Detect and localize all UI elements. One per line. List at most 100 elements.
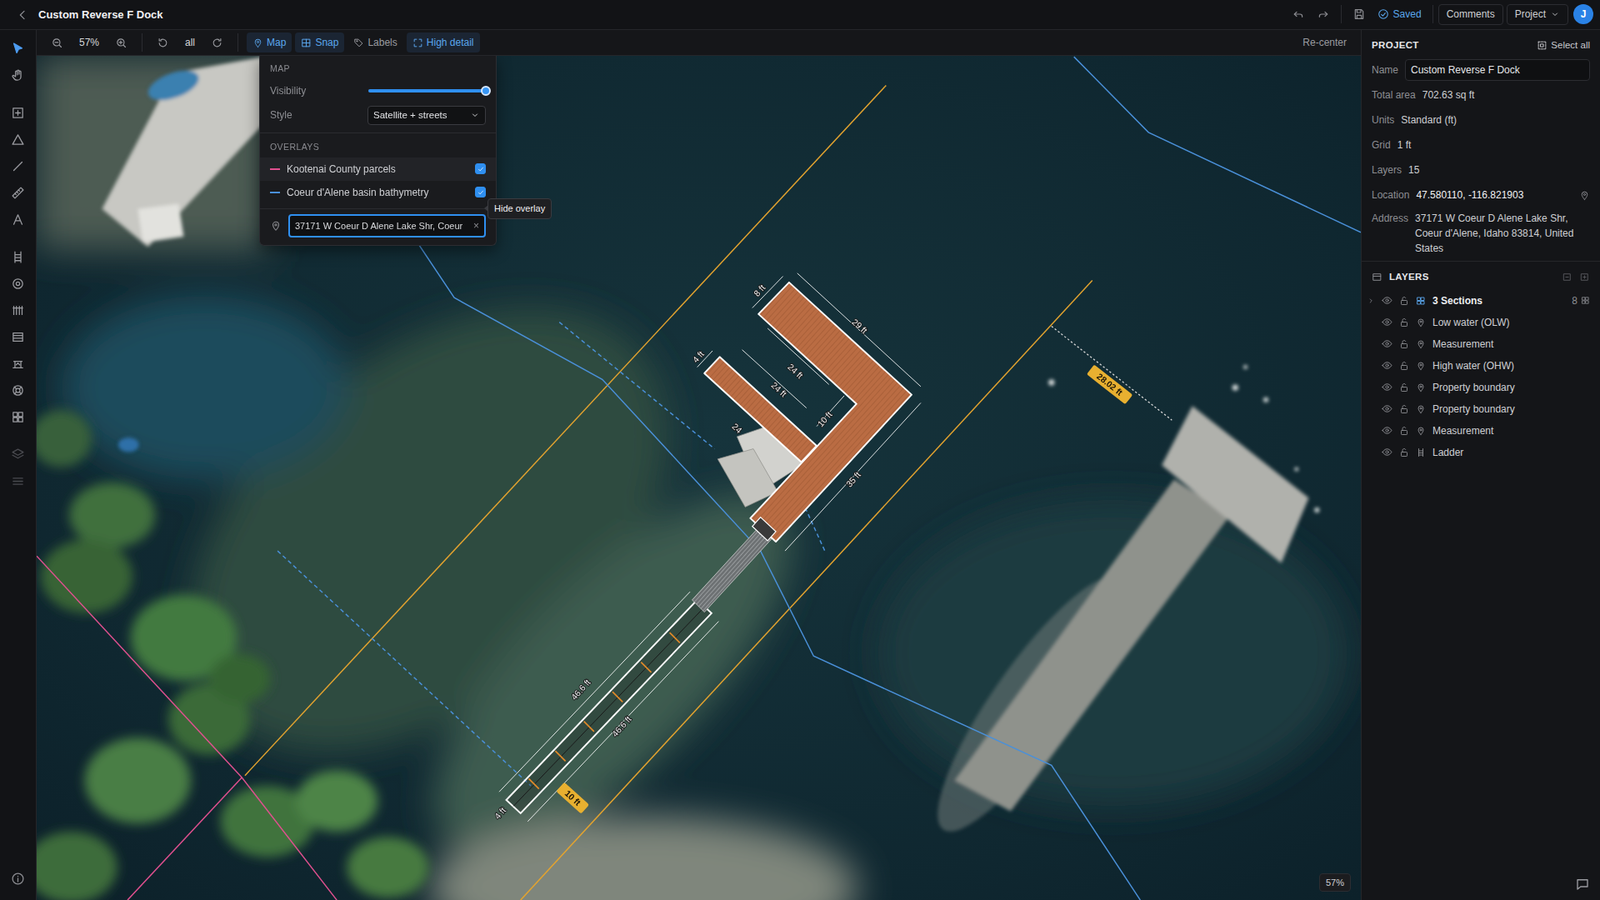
lock-toggle[interactable] xyxy=(1399,360,1410,371)
select-tool[interactable] xyxy=(5,35,32,62)
map-canvas[interactable]: 8 ft29 ft4 ft24 ft24 ft10 ft2435 ft46.6 … xyxy=(36,55,1361,900)
save-status-text: Saved xyxy=(1393,8,1422,20)
boat-lift-tool[interactable] xyxy=(5,350,32,377)
ladder[interactable] xyxy=(752,517,776,541)
view-toggle[interactable]: Map xyxy=(246,32,292,53)
measurement-line[interactable] xyxy=(1051,326,1173,421)
zoom-out-button[interactable] xyxy=(45,34,70,52)
lock-toggle[interactable] xyxy=(1399,382,1410,393)
lock-toggle[interactable] xyxy=(1399,317,1410,328)
piling-tool[interactable] xyxy=(5,270,32,297)
overlay-row[interactable]: Kootenai County parcels xyxy=(260,157,496,181)
expand-toggle[interactable] xyxy=(1366,296,1375,305)
view-toggle[interactable]: High detail xyxy=(406,32,480,53)
visibility-toggle[interactable] xyxy=(1381,316,1393,328)
add-section-tool[interactable] xyxy=(5,99,32,126)
neighbor-building xyxy=(101,56,264,452)
layer-row[interactable]: High water (OHW) xyxy=(1361,355,1600,377)
lock-icon xyxy=(1399,404,1410,415)
visibility-toggle[interactable] xyxy=(1381,295,1393,306)
view-toggle[interactable]: Snap xyxy=(295,32,345,53)
visibility-toggle[interactable] xyxy=(1381,381,1393,393)
rotation-mode[interactable]: all xyxy=(178,35,202,50)
layer-count-value: 8 xyxy=(1571,293,1578,309)
rotate-left-button[interactable] xyxy=(150,34,175,52)
layer-row[interactable]: Ladder xyxy=(1361,441,1600,464)
overlay-row[interactable]: Coeur d'Alene basin bathymetry xyxy=(260,180,496,205)
lock-toggle[interactable] xyxy=(1399,295,1410,306)
visibility-toggle[interactable] xyxy=(1381,403,1393,415)
visibility-slider[interactable] xyxy=(368,89,486,93)
add-group-icon[interactable] xyxy=(1579,271,1590,283)
line-icon xyxy=(10,159,25,174)
back-button[interactable] xyxy=(10,5,35,25)
map-pin-icon[interactable] xyxy=(1579,190,1590,201)
layer-row[interactable]: 3 Sections8 xyxy=(1361,290,1600,312)
pilings-tool[interactable] xyxy=(5,296,32,324)
satellite-map[interactable]: 8 ft29 ft4 ft24 ft24 ft10 ft2435 ft46.6 … xyxy=(36,55,1361,900)
overlay-checkbox[interactable] xyxy=(475,186,486,198)
redo-button[interactable] xyxy=(1310,4,1336,25)
project-menu[interactable]: Project xyxy=(1506,4,1569,25)
add-section-icon xyxy=(10,105,25,120)
polygon-tool[interactable] xyxy=(5,125,32,153)
lock-toggle[interactable] xyxy=(1399,425,1410,436)
label-text: 46.6 ft xyxy=(610,714,634,739)
decking-icon xyxy=(10,330,25,345)
name-input[interactable]: Custom Reverse F Dock xyxy=(1405,59,1590,81)
layer-row[interactable]: Low water (OLW) xyxy=(1361,311,1600,334)
save-button[interactable] xyxy=(1346,4,1372,25)
text-tool[interactable] xyxy=(5,205,32,233)
zoom-in-button[interactable] xyxy=(109,34,134,52)
view-toggle[interactable]: Labels xyxy=(347,32,403,53)
walkway[interactable] xyxy=(499,591,719,822)
visibility-toggle[interactable] xyxy=(1381,446,1393,458)
info-button[interactable] xyxy=(5,865,32,892)
dimension-label: 4 ft xyxy=(492,805,508,821)
layers-title: LAYERS xyxy=(1389,270,1430,285)
divider xyxy=(1340,5,1342,24)
layer-row[interactable]: Property boundary xyxy=(1361,376,1600,399)
select-all-button[interactable]: Select all xyxy=(1536,38,1590,53)
modules-tool[interactable] xyxy=(5,403,32,430)
overlay-checkbox[interactable] xyxy=(475,163,486,175)
user-avatar[interactable]: J xyxy=(1573,4,1594,25)
slider-thumb[interactable] xyxy=(480,85,491,96)
list-tool xyxy=(5,467,32,495)
recenter-button[interactable]: Re-center xyxy=(1296,32,1353,53)
lock-toggle[interactable] xyxy=(1399,404,1410,415)
chat-button[interactable] xyxy=(1575,875,1590,892)
select-all-label: Select all xyxy=(1550,38,1590,53)
boat-lift-icon xyxy=(10,356,25,371)
style-select[interactable]: Satellite + streets xyxy=(367,105,486,125)
undo-button[interactable] xyxy=(1285,4,1311,25)
line-tool[interactable] xyxy=(5,152,32,180)
visibility-toggle[interactable] xyxy=(1381,338,1393,350)
layer-row[interactable]: Measurement xyxy=(1361,333,1600,355)
ladder-tool[interactable] xyxy=(5,243,32,270)
dimension-label: 29 ft xyxy=(850,317,869,336)
decking-tool[interactable] xyxy=(5,323,32,350)
label-text: 4 ft xyxy=(690,349,706,365)
marker-icon xyxy=(1415,339,1426,350)
layer-name: Measurement xyxy=(1432,336,1494,352)
zoom-out-icon xyxy=(50,36,64,50)
lock-toggle[interactable] xyxy=(1399,339,1410,350)
comments-button[interactable]: Comments xyxy=(1438,4,1504,25)
ruler-tool[interactable] xyxy=(5,179,32,206)
project-header-title: PROJECT xyxy=(1371,38,1420,53)
lock-toggle[interactable] xyxy=(1399,447,1410,458)
visibility-toggle[interactable] xyxy=(1381,425,1393,436)
layer-row[interactable]: Measurement xyxy=(1361,420,1600,442)
address-input[interactable] xyxy=(293,216,472,236)
visibility-toggle[interactable] xyxy=(1381,360,1393,371)
layer-row[interactable]: Property boundary xyxy=(1361,398,1600,420)
buoy-tool[interactable] xyxy=(5,376,32,404)
clear-button[interactable]: × xyxy=(471,218,481,234)
rotate-right-button[interactable] xyxy=(205,34,230,52)
f-dock[interactable] xyxy=(704,282,912,542)
collapse-icon[interactable] xyxy=(1561,271,1573,283)
map-section-title: MAP xyxy=(260,55,496,80)
gangway[interactable] xyxy=(692,525,774,612)
pan-tool[interactable] xyxy=(5,61,32,89)
